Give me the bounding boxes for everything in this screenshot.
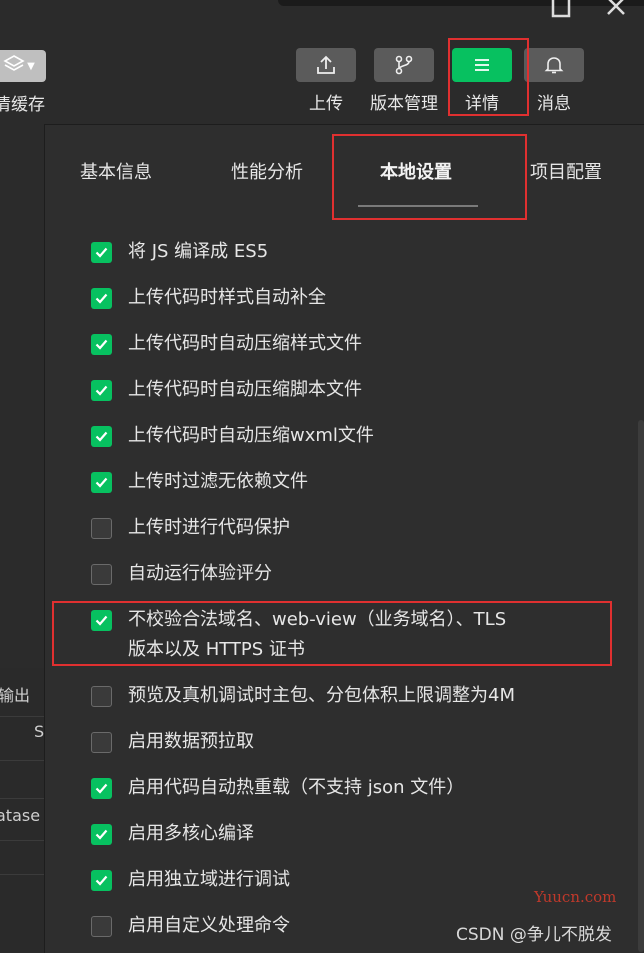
- site-watermark: Yuucn.com: [534, 888, 617, 906]
- setting-option[interactable]: 启用独立域进行调试: [91, 868, 290, 895]
- checkbox[interactable]: [91, 916, 112, 937]
- setting-option[interactable]: 上传代码时自动压缩wxml文件: [91, 424, 374, 451]
- check-icon: [95, 829, 108, 840]
- option-label: 启用独立域进行调试: [128, 869, 290, 890]
- cache-button[interactable]: ▼: [0, 50, 46, 82]
- checkbox[interactable]: [91, 732, 112, 753]
- cache-label: 清缓存: [0, 95, 45, 115]
- setting-option[interactable]: 上传代码时样式自动补全: [91, 286, 326, 313]
- upload-button[interactable]: 上传: [295, 48, 357, 114]
- check-icon: [95, 293, 108, 304]
- setting-option[interactable]: 将 JS 编译成 ES5: [91, 240, 268, 267]
- option-label: 将 JS 编译成 ES5: [128, 241, 269, 262]
- option-label: 启用多核心编译: [128, 823, 254, 844]
- option-label: 上传时进行代码保护: [128, 517, 290, 538]
- setting-option[interactable]: 上传代码时自动压缩样式文件: [91, 332, 362, 359]
- checkbox[interactable]: [91, 778, 112, 799]
- setting-option[interactable]: 上传时过滤无依赖文件: [91, 470, 308, 497]
- upload-label: 上传: [309, 94, 343, 114]
- setting-option[interactable]: 启用数据预拉取: [91, 730, 254, 757]
- option-highlight-box: [52, 601, 612, 666]
- check-icon: [95, 431, 108, 442]
- setting-option[interactable]: 启用代码自动热重载（不支持 json 文件）: [91, 776, 464, 803]
- messages-button[interactable]: 消息: [524, 48, 584, 114]
- version-label: 版本管理: [370, 94, 438, 114]
- checkbox[interactable]: [91, 686, 112, 707]
- tab-performance[interactable]: 性能分析: [231, 158, 303, 184]
- checkbox[interactable]: [91, 472, 112, 493]
- checkbox[interactable]: [91, 518, 112, 539]
- stack-icon: [3, 54, 25, 78]
- checkbox[interactable]: [91, 870, 112, 891]
- setting-option[interactable]: 启用自定义处理命令: [91, 914, 290, 941]
- version-button[interactable]: 版本管理: [366, 48, 442, 114]
- check-icon: [95, 875, 108, 886]
- setting-option[interactable]: 自动运行体验评分: [91, 562, 272, 589]
- branch-icon: [374, 48, 434, 82]
- setting-option[interactable]: 上传时进行代码保护: [91, 516, 290, 543]
- checkbox[interactable]: [91, 426, 112, 447]
- check-icon: [95, 385, 108, 396]
- upload-icon: [296, 48, 356, 82]
- option-label: 上传时过滤无依赖文件: [128, 471, 308, 492]
- maximize-icon[interactable]: [551, 0, 573, 22]
- option-label: 预览及真机调试时主包、分包体积上限调整为4M: [128, 685, 515, 706]
- option-label: 启用代码自动热重载（不支持 json 文件）: [128, 777, 465, 798]
- details-highlight-box: [448, 38, 529, 116]
- credit-watermark: CSDN @争儿不脱发: [456, 925, 612, 945]
- checkbox[interactable]: [91, 564, 112, 585]
- option-label: 上传代码时自动压缩脚本文件: [128, 379, 362, 400]
- check-icon: [95, 477, 108, 488]
- option-label: 启用数据预拉取: [128, 731, 254, 752]
- setting-option[interactable]: 启用多核心编译: [91, 822, 254, 849]
- checkbox[interactable]: [91, 288, 112, 309]
- setting-option[interactable]: 预览及真机调试时主包、分包体积上限调整为4M: [91, 684, 515, 711]
- option-label: 上传代码时自动压缩wxml文件: [128, 425, 374, 446]
- check-icon: [95, 247, 108, 258]
- tab-basic-info[interactable]: 基本信息: [80, 158, 152, 184]
- output-tab-label[interactable]: 输出: [0, 682, 42, 706]
- messages-label: 消息: [537, 94, 571, 114]
- bell-icon: [524, 48, 584, 82]
- window-titlebar: [278, 0, 644, 6]
- scrollbar[interactable]: [638, 420, 644, 952]
- checkbox[interactable]: [91, 334, 112, 355]
- setting-option[interactable]: 上传代码时自动压缩脚本文件: [91, 378, 362, 405]
- checkbox[interactable]: [91, 380, 112, 401]
- tab-project-config[interactable]: 项目配置: [530, 158, 602, 184]
- tab-highlight-box: [332, 134, 527, 220]
- close-icon[interactable]: [606, 0, 628, 22]
- dataset-label: ataset: [0, 806, 40, 825]
- option-label: 上传代码时样式自动补全: [128, 287, 326, 308]
- checkbox[interactable]: [91, 242, 112, 263]
- option-label: 上传代码时自动压缩样式文件: [128, 333, 362, 354]
- check-icon: [95, 339, 108, 350]
- checkbox[interactable]: [91, 824, 112, 845]
- check-icon: [95, 783, 108, 794]
- chevron-down-icon: ▼: [27, 60, 35, 72]
- option-label: 启用自定义处理命令: [128, 915, 290, 936]
- option-label: 自动运行体验评分: [128, 563, 272, 584]
